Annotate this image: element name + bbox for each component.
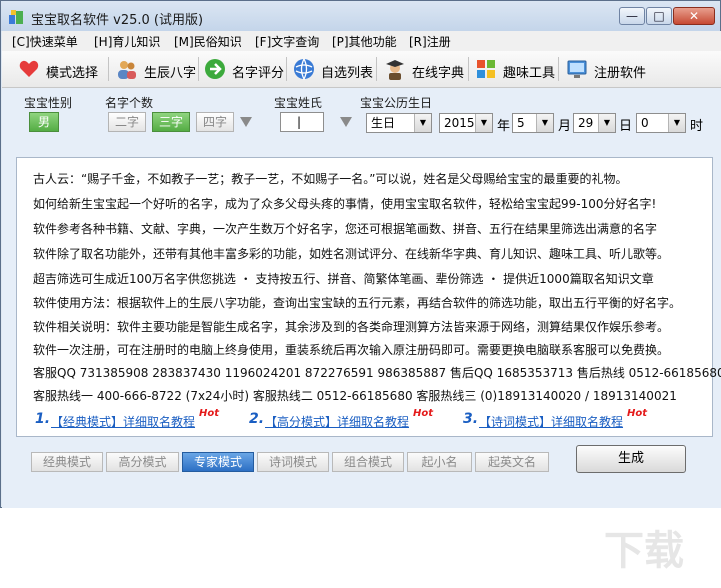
minimize-button[interactable]: — [619,7,645,25]
toolbar-separator [468,57,469,81]
mode-nickname-tab[interactable]: 起小名 [407,452,472,472]
surname-input[interactable]: | [280,112,324,132]
monitor-icon [567,60,587,78]
count-dropdown-arrow-icon[interactable] [240,117,252,127]
tutorial-3-number: 3. [463,411,479,427]
chevron-down-icon: ▼ [475,114,492,132]
title-bar: 宝宝取名软件 v25.0 (试用版) — □ ✕ [1,1,720,31]
toolbar-separator [376,57,377,81]
month-select[interactable]: 5 ▼ [512,113,554,133]
maximize-button[interactable]: □ [646,7,672,25]
mode-combo-tab[interactable]: 组合模式 [332,452,404,472]
menu-folk[interactable]: [M]民俗知识 [174,33,242,50]
toolbar-separator [198,57,199,81]
app-logo-icon [9,10,23,24]
info-line: 软件除了取名功能外，还带有其他丰富多彩的功能，如姓名测试评分、在线新华字典、育儿… [33,247,670,261]
info-line: 软件一次注册，可在注册时的电脑上终身使用，重装系统后再次输入原注册码即可。需要更… [33,343,670,357]
chevron-down-icon: ▼ [536,114,553,132]
globe-icon [294,58,314,80]
hot-badge: Hot [413,408,434,419]
toolbar-mode-select-button[interactable]: 模式选择 [14,54,104,84]
month-value: 5 [517,116,525,130]
toolbar-score-button[interactable]: 名字评分 [200,54,284,84]
app-window: 宝宝取名软件 v25.0 (试用版) — □ ✕ [C]快速菜单 [H]育儿知识… [0,0,721,574]
close-button[interactable]: ✕ [673,7,715,25]
toolbar-custom-list-button[interactable]: 自选列表 [289,54,375,84]
count-four-button[interactable]: 四字 [196,112,234,132]
tutorial-high-score-link[interactable]: 【高分模式】详细取名教程 [265,413,409,430]
month-unit: 月 [558,119,572,134]
gender-label: 宝宝性别 [24,96,73,110]
tutorial-1-number: 1. [35,411,51,427]
generate-button[interactable]: 生成 [576,445,686,473]
toolbar-separator [108,57,109,81]
info-line: 软件使用方法：根据软件上的生辰八字功能，查询出宝宝缺的五行元素，再结合软件的筛选… [33,296,682,310]
toolbar-separator [286,57,287,81]
hot-badge: Hot [199,408,220,419]
info-line: 软件相关说明：软件主要功能是智能生成名字，其余涉及到的各类命理测算方法皆来源于网… [33,320,670,334]
scholar-icon [386,60,404,80]
info-line: 客服QQ 731385908 283837430 1196024201 8722… [33,366,721,380]
count-three-button[interactable]: 三字 [152,112,190,132]
info-line: 古人云：“赐子千金，不如教子一艺；教子一艺，不如赐子一名。”可以说，姓名是父母赐… [33,172,628,186]
menu-text-query[interactable]: [F]文字查询 [255,33,319,50]
toolbar: 模式选择 生辰八字 名字评分 自选列表 在线字典 趣味工具 注册软件 [2,51,721,88]
watermark-logo: 下载 [604,528,684,574]
calendar-type-select[interactable]: 生日 ▼ [366,113,432,133]
info-text-area: 古人云：“赐子千金，不如教子一艺；教子一艺，不如赐子一名。”可以说，姓名是父母赐… [16,157,721,437]
calendar-type-value: 生日 [371,116,396,130]
name-count-label: 名字个数 [105,96,154,110]
day-select[interactable]: 29 ▼ [573,113,616,133]
window-title: 宝宝取名软件 v25.0 (试用版) [31,13,204,28]
toolbar-bazi-button[interactable]: 生辰八字 [112,54,198,84]
menu-register[interactable]: [R]注册 [409,33,451,50]
mode-high-score-tab[interactable]: 高分模式 [106,452,179,472]
mode-expert-tab[interactable]: 专家模式 [182,452,254,472]
info-line: 如何给新生宝宝起一个好听的名字，成为了众多父母头疼的事情，使用宝宝取名软件，轻松… [33,197,657,211]
toolbar-fun-tools-button[interactable]: 趣味工具 [471,54,557,84]
chevron-down-icon: ▼ [414,114,431,132]
tutorial-classic-link[interactable]: 【经典模式】详细取名教程 [51,413,195,430]
hour-unit: 时 [690,119,704,134]
menu-parenting[interactable]: [H]育儿知识 [94,33,160,50]
info-line: 软件参考各种书籍、文献、字典，一次产生数万个好名字，您还可根据笔画数、拼音、五行… [33,222,658,236]
tutorial-poetry-link[interactable]: 【诗词模式】详细取名教程 [479,413,623,430]
windows-icon [477,60,495,78]
toolbar-register-button[interactable]: 注册软件 [562,54,652,84]
menu-other[interactable]: [P]其他功能 [332,33,397,50]
gender-toggle[interactable]: 男 [29,112,59,132]
hour-select[interactable]: 0 ▼ [636,113,686,133]
tutorial-2-number: 2. [249,411,265,427]
hot-badge: Hot [627,408,648,419]
toolbar-dictionary-button[interactable]: 在线字典 [380,54,466,84]
day-value: 29 [578,116,594,130]
hour-value: 0 [641,116,649,130]
day-unit: 日 [619,119,633,134]
mode-classic-tab[interactable]: 经典模式 [31,452,103,472]
mode-poetry-tab[interactable]: 诗词模式 [257,452,329,472]
surname-dropdown-arrow-icon[interactable] [340,117,352,127]
arrow-right-icon [205,59,225,79]
menu-quick[interactable]: [C]快速菜单 [12,33,78,50]
main-panel: 宝宝性别 男 名字个数 二字 三字 四字 宝宝姓氏 | 宝宝公历生日 生日 ▼ 2… [2,88,721,574]
count-two-button[interactable]: 二字 [108,112,146,132]
birthday-label: 宝宝公历生日 [360,96,433,110]
toolbar-separator [558,57,559,81]
mode-english-name-tab[interactable]: 起英文名 [475,452,549,472]
chevron-down-icon: ▼ [668,114,685,132]
year-value: 2015 [444,116,475,130]
surname-label: 宝宝姓氏 [274,96,323,110]
info-line: 客服热线一 400-666-8722 (7x24小时) 客服热线二 0512-6… [33,389,677,403]
year-unit: 年 [497,119,511,134]
year-select[interactable]: 2015 ▼ [439,113,493,133]
heart-icon [19,60,39,77]
chevron-down-icon: ▼ [598,114,615,132]
people-icon [118,61,136,79]
menu-bar: [C]快速菜单 [H]育儿知识 [M]民俗知识 [F]文字查询 [P]其他功能 … [2,31,721,51]
info-line: 超吉筛选可生成近100万名字供您挑选 ・ 支持按五行、拼音、简繁体笔画、辈份筛选… [33,272,654,286]
